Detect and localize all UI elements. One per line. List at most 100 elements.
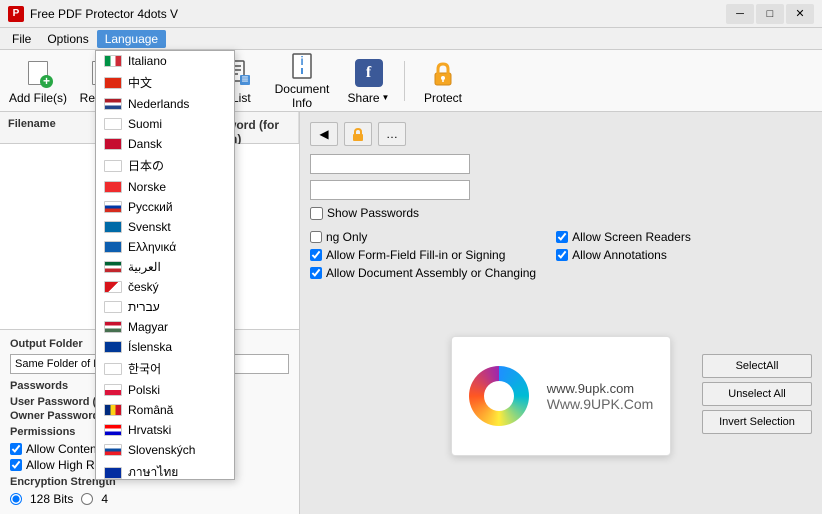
lang-label-gr: Ελληνικά (128, 240, 176, 254)
flag-hr (104, 424, 122, 436)
menu-language[interactable]: Language (97, 30, 166, 48)
lang-item-hu[interactable]: Magyar (96, 317, 234, 337)
owner-pw-row (310, 180, 470, 200)
lang-item-jp[interactable]: 日本の (96, 154, 234, 177)
lang-item-sk[interactable]: Slovenských (96, 440, 234, 460)
add-files-icon: + (22, 57, 54, 89)
close-button[interactable]: ✕ (786, 4, 814, 24)
perm-assembly-checkbox[interactable] (310, 267, 322, 279)
select-all-button[interactable]: SelectAll (702, 354, 812, 378)
show-passwords-checkbox[interactable] (310, 207, 323, 220)
lang-item-il[interactable]: עברית (96, 297, 234, 317)
menu-options[interactable]: Options (39, 30, 96, 48)
flag-ro (104, 404, 122, 416)
flag-kh (104, 467, 122, 479)
protect-icon (427, 57, 459, 89)
flag-hu (104, 321, 122, 333)
enc-4-radio[interactable] (81, 493, 93, 505)
right-tb-btn-lock[interactable] (344, 122, 372, 146)
lang-label-nl: Nederlands (128, 97, 189, 111)
lang-item-kr[interactable]: 한국어 (96, 357, 234, 380)
window-title: Free PDF Protector 4dots V (30, 7, 726, 21)
unselect-all-button[interactable]: Unselect All (702, 382, 812, 406)
enc-128-radio[interactable] (10, 493, 22, 505)
perm-annotations-label: Allow Annotations (572, 248, 667, 262)
perm-screen-checkbox[interactable] (556, 231, 568, 243)
perm-form-row: Allow Form-Field Fill-in or Signing (310, 248, 536, 262)
invert-selection-button[interactable]: Invert Selection (702, 410, 812, 434)
protect-button[interactable]: Protect (413, 54, 473, 108)
lang-item-cn[interactable]: 中文 (96, 71, 234, 94)
lang-label-ru: Русский (128, 200, 173, 214)
perm-form-label: Allow Form-Field Fill-in or Signing (326, 248, 505, 262)
lang-item-no[interactable]: Norske (96, 177, 234, 197)
svg-text:i: i (300, 54, 303, 68)
flag-se (104, 221, 122, 233)
flag-kr (104, 363, 122, 375)
lang-item-kh[interactable]: ภาษาไทย (96, 460, 234, 480)
flag-cz (104, 281, 122, 293)
lang-label-it: Italiano (128, 54, 167, 68)
lang-item-se[interactable]: Svenskt (96, 217, 234, 237)
svg-text:≡: ≡ (241, 72, 248, 86)
minimize-button[interactable]: ─ (726, 4, 754, 24)
user-pw-row (310, 154, 470, 174)
menu-file[interactable]: File (4, 30, 39, 48)
watermark-site-1: www.9upk.com (547, 381, 634, 396)
lang-label-ar: العربية (128, 260, 161, 274)
lang-item-pl[interactable]: Polski (96, 380, 234, 400)
right-tb-btn-1[interactable]: ◀ (310, 122, 338, 146)
lang-item-ar[interactable]: العربية (96, 257, 234, 277)
lang-label-dk: Dansk (128, 137, 162, 151)
lang-item-fi[interactable]: Suomi (96, 114, 234, 134)
lang-item-gr[interactable]: Ελληνικά (96, 237, 234, 257)
flag-ar (104, 261, 122, 273)
flag-il (104, 301, 122, 313)
lang-item-dk[interactable]: Dansk (96, 134, 234, 154)
perm-printing-row: ng Only (310, 230, 536, 244)
lang-item-cz[interactable]: český (96, 277, 234, 297)
doc-info-icon: i (286, 52, 318, 80)
doc-info-label: Document Info (267, 82, 337, 110)
lang-label-cz: český (128, 280, 159, 294)
watermark-box: www.9upk.com Www.9UPK.Com (451, 336, 671, 456)
lang-label-sk: Slovenských (128, 443, 195, 457)
flag-cn (104, 77, 122, 89)
maximize-button[interactable]: □ (756, 4, 784, 24)
lang-item-it[interactable]: Italiano (96, 51, 234, 71)
lang-label-kr: 한국어 (128, 360, 161, 377)
allow-hires-checkbox[interactable] (10, 459, 22, 471)
owner-password-input[interactable] (310, 180, 470, 200)
lang-label-jp: 日本の (128, 157, 164, 174)
share-icon: f (353, 57, 385, 89)
perm-printing-label: ng Only (326, 230, 367, 244)
flag-ru (104, 201, 122, 213)
doc-info-button[interactable]: i Document Info (267, 54, 337, 108)
share-button[interactable]: f Share ▼ (341, 54, 396, 108)
perm-screen-row: Allow Screen Readers (556, 230, 691, 244)
lang-item-nl[interactable]: Nederlands (96, 94, 234, 114)
right-toolbar: ◀ … (310, 122, 812, 146)
perm-form-checkbox[interactable] (310, 249, 322, 261)
perm-printing-checkbox[interactable] (310, 231, 322, 243)
lang-item-ro[interactable]: Română (96, 400, 234, 420)
flag-sk (104, 444, 122, 456)
watermark-site-2: Www.9UPK.Com (547, 396, 654, 412)
action-buttons: SelectAll Unselect All Invert Selection (702, 354, 812, 434)
permissions-right: ng Only Allow Form-Field Fill-in or Sign… (310, 230, 812, 280)
menu-bar: File Options Language (0, 28, 822, 50)
lang-label-cn: 中文 (128, 74, 152, 91)
allow-content-checkbox[interactable] (10, 443, 22, 455)
perm-assembly-label: Allow Document Assembly or Changing (326, 266, 536, 280)
enc-128-label: 128 Bits (30, 492, 73, 506)
lang-item-is[interactable]: Íslenska (96, 337, 234, 357)
lang-item-hr[interactable]: Hrvatski (96, 420, 234, 440)
perm-col-1: ng Only Allow Form-Field Fill-in or Sign… (310, 230, 536, 280)
right-tb-btn-dots[interactable]: … (378, 122, 406, 146)
perm-annotations-checkbox[interactable] (556, 249, 568, 261)
user-password-input[interactable] (310, 154, 470, 174)
logo-circle (469, 366, 529, 426)
lang-label-hu: Magyar (128, 320, 168, 334)
lang-item-ru[interactable]: Русский (96, 197, 234, 217)
add-files-button[interactable]: + Add File(s) (8, 54, 68, 108)
